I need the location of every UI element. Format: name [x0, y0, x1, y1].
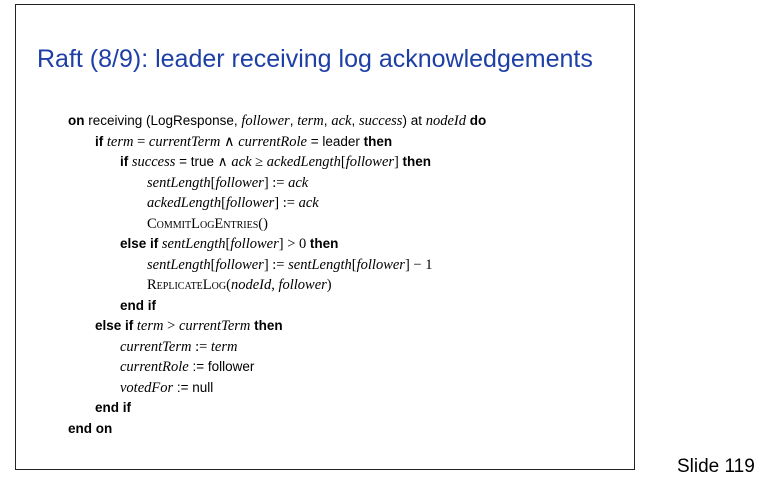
- code-line-5: ackedLength[follower] := ack: [68, 193, 486, 214]
- math-op: :=: [191, 338, 211, 355]
- math-var: follower: [241, 113, 290, 129]
- code-line-16: end on: [68, 419, 486, 440]
- math-var: follower: [230, 236, 279, 252]
- algorithm-block: on receiving (LogResponse, follower, ter…: [68, 111, 486, 439]
- code-line-2: if term = currentTerm ∧ currentRole = le…: [68, 132, 486, 153]
- math-op: =: [133, 133, 149, 150]
- keyword: then: [402, 154, 432, 169]
- math-var: ack: [288, 174, 309, 191]
- keyword: then: [309, 236, 339, 251]
- code-text: ) at: [402, 113, 426, 128]
- code-text: receiving (LogResponse,: [84, 113, 242, 128]
- math-var: follower: [215, 256, 264, 273]
- math-op: ] :=: [263, 174, 289, 191]
- math-var: follower: [225, 195, 275, 211]
- math-var: nodeId: [230, 277, 272, 293]
- code-line-14: votedFor := null: [68, 378, 486, 399]
- code-line-3: if success = true ∧ ack ≥ ackedLength[fo…: [68, 152, 486, 173]
- slide-frame: Raft (8/9): leader receiving log acknowl…: [15, 4, 635, 470]
- math-var: ackedLength: [266, 154, 341, 170]
- keyword: do: [465, 113, 487, 128]
- code-text: = true ∧: [175, 154, 232, 169]
- math-var: sentLength: [158, 236, 226, 252]
- keyword: then: [250, 318, 283, 333]
- math-var: sentLength: [147, 174, 211, 191]
- math-var: votedFor: [120, 379, 174, 396]
- keyword: end if: [120, 297, 156, 313]
- keyword: end if: [95, 400, 131, 415]
- math-var: sentLength: [288, 256, 352, 273]
- math-op: ] :=: [263, 256, 289, 273]
- math-var: currentTerm: [148, 133, 221, 150]
- math-var: success: [128, 154, 176, 170]
- keyword: else if: [120, 236, 159, 251]
- code-line-13: currentRole := follower: [68, 357, 486, 378]
- code-line-9: ReplicateLog(nodeId, follower): [68, 275, 486, 296]
- keyword: else if: [95, 318, 134, 333]
- math-var: ack: [231, 154, 252, 170]
- procedure-name: CommitLogEntries: [147, 215, 259, 232]
- math-var: currentRole: [120, 359, 189, 375]
- code-line-1: on receiving (LogResponse, follower, ter…: [68, 111, 486, 132]
- keyword: end on: [68, 420, 113, 436]
- math-op: ] − 1: [404, 256, 433, 273]
- code-line-7: else if sentLength[follower] > 0 then: [68, 234, 486, 255]
- math-op: ): [326, 277, 332, 293]
- code-line-6: CommitLogEntries(): [68, 214, 486, 235]
- code-line-15: end if: [68, 398, 486, 419]
- math-var: term: [210, 338, 238, 355]
- math-var: ack: [298, 195, 319, 211]
- code-text: := follower: [188, 359, 255, 374]
- math-op: ≥: [251, 154, 267, 170]
- math-op: ]: [394, 154, 403, 170]
- math-var: sentLength: [147, 256, 211, 273]
- math-var: ackedLength: [147, 195, 222, 211]
- math-var: term: [133, 318, 164, 334]
- code-text: ,: [351, 113, 359, 128]
- math-var: ack: [331, 113, 352, 129]
- keyword: if: [95, 133, 104, 149]
- math-var: currentTerm: [120, 338, 192, 355]
- slide-title: Raft (8/9): leader receiving log acknowl…: [37, 45, 593, 73]
- keyword: then: [363, 133, 393, 149]
- code-line-11: else if term > currentTerm then: [68, 316, 486, 337]
- keyword: if: [120, 154, 129, 169]
- math-var: follower: [215, 174, 264, 191]
- math-op: ] :=: [274, 195, 299, 211]
- code-line-8: sentLength[follower] := sentLength[follo…: [68, 255, 486, 276]
- math-var: success: [358, 113, 403, 129]
- math-var: follower: [345, 154, 395, 170]
- math-op: ] > 0: [278, 236, 310, 252]
- math-op: >: [163, 318, 179, 334]
- code-line-10: end if: [68, 296, 486, 317]
- math-var: term: [297, 113, 324, 129]
- code-text: := null: [173, 379, 214, 395]
- math-var: currentTerm: [178, 318, 251, 334]
- math-var: term: [103, 133, 134, 150]
- keyword: on: [68, 113, 85, 128]
- math-var: currentRole: [238, 133, 307, 150]
- math-var: follower: [356, 256, 405, 273]
- math-var: follower: [278, 277, 327, 293]
- procedure-name: ReplicateLog: [147, 277, 227, 293]
- code-line-4: sentLength[follower] := ack: [68, 173, 486, 194]
- code-line-12: currentTerm := term: [68, 337, 486, 358]
- math-op: ∧: [220, 133, 239, 150]
- math-op: (): [258, 215, 268, 232]
- math-var: nodeId: [425, 113, 466, 129]
- code-text: = leader: [306, 133, 364, 149]
- slide-number: Slide 119: [677, 456, 755, 477]
